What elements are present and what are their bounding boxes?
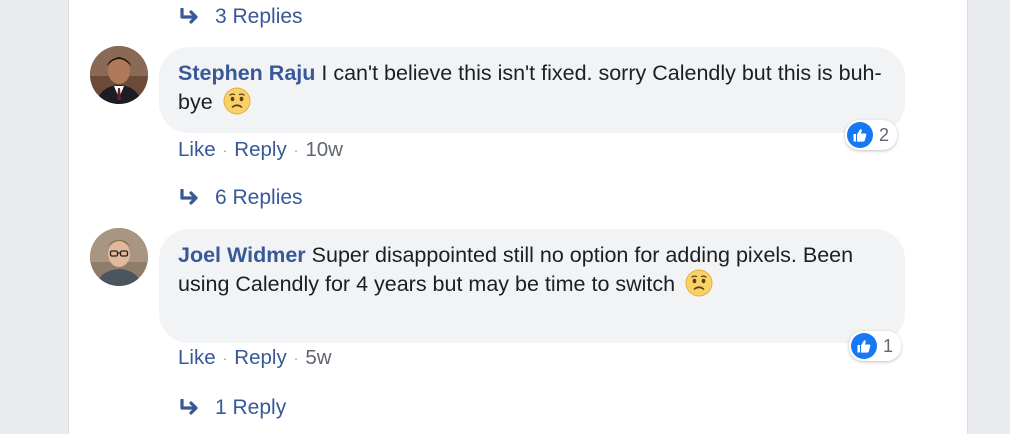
separator-dot: · <box>222 142 228 158</box>
reply-arrow-icon <box>180 189 198 205</box>
comments-panel: 3 Replies Stephen Raju I can't believe t… <box>68 0 968 434</box>
avatar[interactable] <box>90 228 148 286</box>
reply-arrow-icon <box>180 8 198 24</box>
like-reaction-icon <box>847 122 873 148</box>
separator-dot: · <box>293 142 299 158</box>
comment-author[interactable]: Joel Widmer <box>178 243 306 267</box>
avatar-stephen-raju <box>90 46 148 104</box>
comment-timestamp[interactable]: 10w <box>305 138 343 162</box>
separator-dot: · <box>293 350 299 366</box>
view-replies-link[interactable]: 6 Replies <box>179 186 303 210</box>
like-link[interactable]: Like <box>178 346 216 370</box>
reply-link[interactable]: Reply <box>234 346 286 370</box>
comment-actions: Like · Reply · 5w <box>178 346 332 370</box>
like-link[interactable]: Like <box>178 138 216 162</box>
reply-arrow-icon <box>180 399 198 415</box>
reaction-badge[interactable]: 1 <box>849 331 902 361</box>
worried-face-icon <box>685 269 713 297</box>
reaction-badge[interactable]: 2 <box>845 120 898 150</box>
worried-face-icon <box>223 87 251 115</box>
avatar-joel-widmer <box>90 228 148 286</box>
like-reaction-icon <box>851 333 877 359</box>
comment-bubble: Joel Widmer Super disappointed still no … <box>159 229 905 343</box>
separator-dot: · <box>222 350 228 366</box>
avatar[interactable] <box>90 46 148 104</box>
reaction-count: 1 <box>883 335 894 356</box>
reaction-count: 2 <box>879 124 890 145</box>
comment-author[interactable]: Stephen Raju <box>178 61 315 85</box>
replies-count-label: 1 Reply <box>215 396 287 419</box>
comment-actions: Like · Reply · 10w <box>178 138 343 162</box>
view-replies-link[interactable]: 1 Reply <box>179 396 286 420</box>
replies-count-label: 6 Replies <box>215 186 303 209</box>
view-replies-link[interactable]: 3 Replies <box>179 5 303 29</box>
reply-link[interactable]: Reply <box>234 138 286 162</box>
comment-bubble: Stephen Raju I can't believe this isn't … <box>159 47 905 133</box>
comment-timestamp[interactable]: 5w <box>305 346 331 370</box>
replies-count-label: 3 Replies <box>215 5 303 28</box>
